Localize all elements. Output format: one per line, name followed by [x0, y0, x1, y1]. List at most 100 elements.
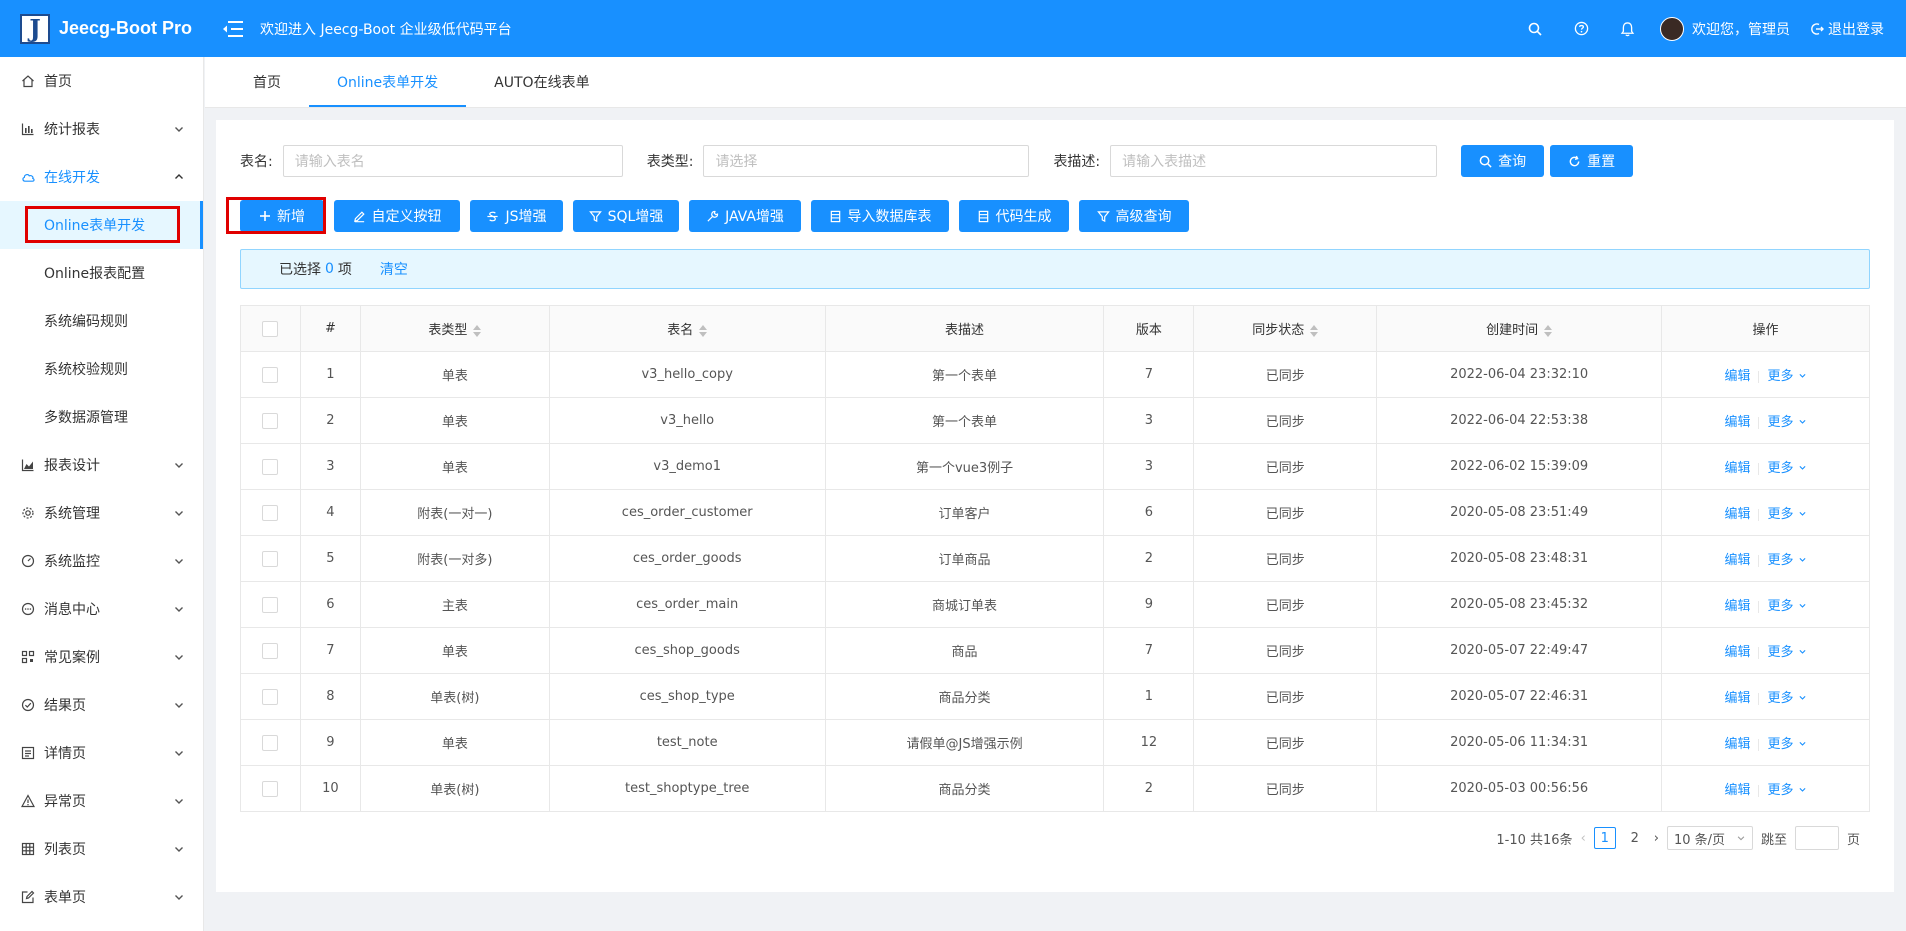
row-checkbox[interactable] — [262, 780, 279, 797]
more-dropdown[interactable]: 更多 — [1767, 369, 1806, 384]
java-enhance-button[interactable]: JAVA增强 — [689, 200, 801, 232]
more-dropdown[interactable]: 更多 — [1767, 645, 1806, 660]
table-desc-input[interactable]: 请输入表描述 — [1110, 145, 1438, 177]
column-header[interactable]: 表类型 — [359, 305, 550, 352]
tab-online-form[interactable]: Online表单开发 — [309, 56, 467, 107]
more-dropdown[interactable]: 更多 — [1767, 783, 1806, 798]
sidebar-item-stats[interactable]: 统计报表 — [0, 105, 203, 153]
edit-link[interactable]: 编辑 — [1724, 783, 1750, 798]
app-logo[interactable]: J Jeecg-Boot Pro — [0, 0, 204, 57]
sidebar-item-detail[interactable]: 详情页 — [0, 729, 203, 777]
sidebar-item-exception[interactable]: 异常页 — [0, 777, 203, 825]
table-row[interactable]: 4 附表(一对一) ces_order_customer 订单客户 6 已同步 2020-0… — [240, 489, 1870, 536]
next-page-icon[interactable]: › — [1654, 831, 1659, 846]
jump-page-input[interactable] — [1794, 826, 1839, 850]
edit-link[interactable]: 编辑 — [1724, 415, 1750, 430]
sidebar-item-result[interactable]: 结果页 — [0, 681, 203, 729]
sidebar-item-form[interactable]: 表单页 — [0, 873, 203, 921]
user-menu[interactable]: 欢迎您，管理员 — [1650, 0, 1802, 57]
page-1[interactable]: 1 — [1593, 827, 1616, 849]
row-checkbox[interactable] — [262, 596, 279, 613]
edit-link[interactable]: 编辑 — [1724, 369, 1750, 384]
table-type-select[interactable]: 请选择 — [703, 145, 1030, 177]
table-row[interactable]: 5 附表(一对多) ces_order_goods 订单商品 2 已同步 2020-05-0… — [240, 535, 1870, 582]
menu-fold-icon[interactable] — [221, 19, 245, 39]
table-row[interactable]: 3 单表 v3_demo1 第一个vue3例子 3 已同步 2022-06-02 15:39… — [240, 443, 1870, 490]
edit-link[interactable]: 编辑 — [1724, 553, 1750, 568]
page-2[interactable]: 2 — [1624, 827, 1646, 849]
row-table-desc: 第一个表单 — [824, 351, 1105, 398]
edit-link[interactable]: 编辑 — [1724, 737, 1750, 752]
row-checkbox[interactable] — [262, 550, 279, 567]
more-dropdown[interactable]: 更多 — [1767, 461, 1806, 476]
sidebar-sub-code-rule[interactable]: 系统编码规则 — [0, 297, 203, 345]
sidebar-item-report-design[interactable]: 报表设计 — [0, 441, 203, 489]
sidebar-item-online-dev[interactable]: 在线开发 — [0, 153, 203, 201]
edit-link[interactable]: 编辑 — [1724, 599, 1750, 614]
query-button[interactable]: 查询 — [1461, 145, 1545, 177]
sidebar-item-cases[interactable]: 常见案例 — [0, 633, 203, 681]
column-header[interactable]: 创建时间 — [1376, 305, 1663, 352]
help-icon[interactable] — [1558, 0, 1604, 57]
row-checkbox[interactable] — [262, 642, 279, 659]
table-row[interactable]: 7 单表 ces_shop_goods 商品 7 已同步 2020-05-07 22:49:… — [240, 627, 1870, 674]
row-checkbox[interactable] — [262, 412, 279, 429]
prev-page-icon[interactable]: ‹ — [1581, 831, 1586, 846]
column-header[interactable]: 同步状态 — [1193, 305, 1378, 352]
table-row[interactable]: 9 单表 test_note 请假单@JS增强示例 12 已同步 2020-05-06 11… — [240, 719, 1870, 766]
bell-icon[interactable] — [1604, 0, 1650, 57]
sort-icon[interactable] — [473, 324, 482, 337]
row-index: 5 — [299, 535, 361, 582]
table-row[interactable]: 8 单表(树) ces_shop_type 商品分类 1 已同步 2020-05-07 22… — [240, 673, 1870, 720]
table-row[interactable]: 2 单表 v3_hello 第一个表单 3 已同步 2022-06-04 22:53:38 编… — [240, 397, 1870, 444]
code-gen-button[interactable]: 代码生成 — [959, 200, 1069, 232]
sidebar-item-message[interactable]: 消息中心 — [0, 585, 203, 633]
table-row[interactable]: 10 单表(树) test_shoptype_tree 商品分类 2 已同步 2020-05… — [240, 765, 1870, 812]
column-header[interactable]: 表名 — [548, 305, 826, 352]
sidebar-item-list[interactable]: 列表页 — [0, 825, 203, 873]
tab-auto-form[interactable]: AUTO在线表单 — [466, 56, 617, 107]
row-checkbox[interactable] — [262, 458, 279, 475]
tab-home[interactable]: 首页 — [225, 56, 309, 107]
edit-link[interactable]: 编辑 — [1724, 461, 1750, 476]
more-dropdown[interactable]: 更多 — [1767, 737, 1806, 752]
reset-button[interactable]: 重置 — [1550, 145, 1634, 177]
row-checkbox[interactable] — [262, 366, 279, 383]
sidebar-item-monitor[interactable]: 系统监控 — [0, 537, 203, 585]
more-dropdown[interactable]: 更多 — [1767, 553, 1806, 568]
search-icon[interactable] — [1512, 0, 1558, 57]
sql-enhance-button[interactable]: SQL增强 — [573, 200, 679, 232]
logout-button[interactable]: 退出登录 — [1802, 19, 1906, 39]
sidebar-sub-check-rule[interactable]: 系统校验规则 — [0, 345, 203, 393]
clear-selection-link[interactable]: 清空 — [380, 259, 408, 279]
row-sync-status: 已同步 — [1193, 627, 1378, 674]
table-row[interactable]: 6 主表 ces_order_main 商城订单表 9 已同步 2020-05-08 23:… — [240, 581, 1870, 628]
row-created-time: 2020-05-03 00:56:56 — [1376, 765, 1663, 812]
table-row[interactable]: 1 单表 v3_hello_copy 第一个表单 7 已同步 2022-06-04 23:3… — [240, 351, 1870, 398]
row-checkbox[interactable] — [262, 504, 279, 521]
sidebar-item-system[interactable]: 系统管理 — [0, 489, 203, 537]
more-dropdown[interactable]: 更多 — [1767, 415, 1806, 430]
edit-link[interactable]: 编辑 — [1724, 507, 1750, 522]
more-dropdown[interactable]: 更多 — [1767, 599, 1806, 614]
sort-icon[interactable] — [699, 324, 708, 337]
sidebar-sub-datasource[interactable]: 多数据源管理 — [0, 393, 203, 441]
more-dropdown[interactable]: 更多 — [1767, 507, 1806, 522]
sidebar-sub-online-report[interactable]: Online报表配置 — [0, 249, 203, 297]
custom-button-button[interactable]: 自定义按钮 — [334, 200, 460, 232]
edit-link[interactable]: 编辑 — [1724, 645, 1750, 660]
table-name-input[interactable]: 请输入表名 — [282, 145, 623, 177]
row-table-desc: 商品分类 — [824, 673, 1105, 720]
edit-link[interactable]: 编辑 — [1724, 691, 1750, 706]
import-db-table-button[interactable]: 导入数据库表 — [811, 200, 949, 232]
more-dropdown[interactable]: 更多 — [1767, 691, 1806, 706]
js-enhance-button[interactable]: JS增强 — [470, 200, 563, 232]
select-all-checkbox[interactable] — [262, 320, 279, 337]
advanced-query-button[interactable]: 高级查询 — [1079, 200, 1189, 232]
page-size-select[interactable]: 10 条/页 — [1666, 826, 1753, 850]
sort-icon[interactable] — [1544, 324, 1553, 337]
row-checkbox[interactable] — [262, 688, 279, 705]
sort-icon[interactable] — [1310, 324, 1319, 337]
sidebar-item-home[interactable]: 首页 — [0, 57, 203, 105]
row-checkbox[interactable] — [262, 734, 279, 751]
